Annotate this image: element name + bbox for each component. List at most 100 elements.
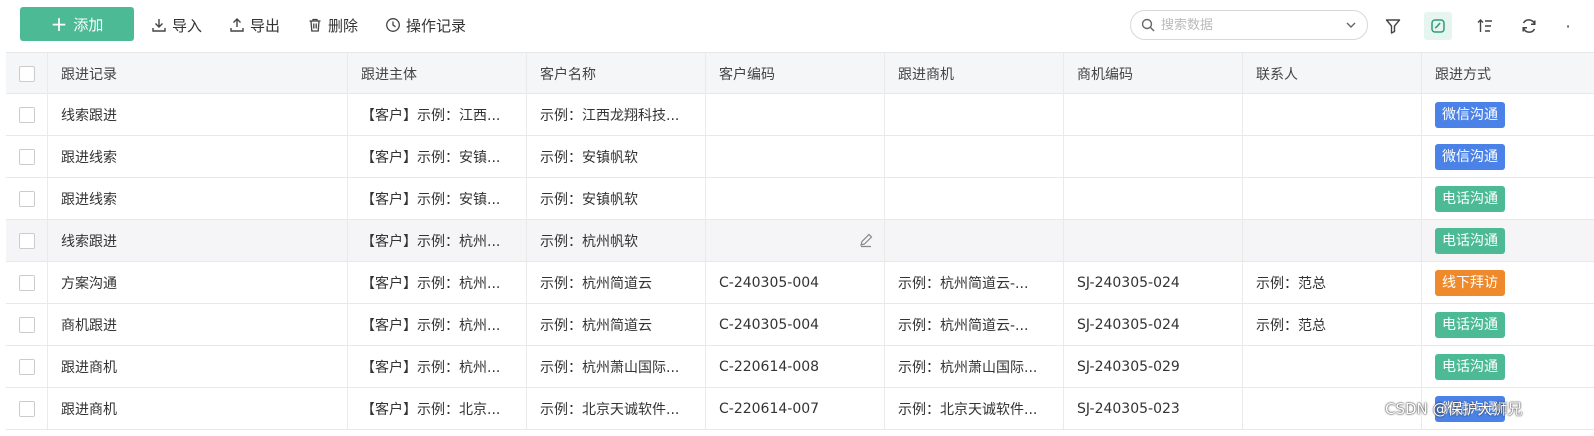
highlight-button[interactable]: [1424, 12, 1452, 40]
cell-customer-code[interactable]: C-240305-004: [706, 262, 885, 303]
cell-customer[interactable]: 示例：杭州简道云: [527, 262, 706, 303]
row-checkbox[interactable]: [18, 316, 35, 333]
cell-opportunity[interactable]: [885, 220, 1064, 261]
cell-customer[interactable]: 示例：安镇帆软: [527, 178, 706, 219]
export-button[interactable]: 导出: [229, 14, 280, 36]
cell-opportunity[interactable]: [885, 136, 1064, 177]
row-checkbox[interactable]: [18, 106, 35, 123]
cell-opportunity-code[interactable]: SJ-240305-029: [1064, 346, 1243, 387]
refresh-button[interactable]: [1515, 12, 1543, 40]
cell-customer-code[interactable]: [706, 136, 885, 177]
column-header-record[interactable]: 跟进记录: [48, 53, 348, 94]
search-box[interactable]: [1130, 10, 1368, 40]
select-all-checkbox[interactable]: [18, 65, 35, 82]
cell-opportunity[interactable]: 示例：杭州萧山国际...: [885, 346, 1064, 387]
cell-customer-code[interactable]: [706, 178, 885, 219]
column-header-opportunity-code[interactable]: 商机编码: [1064, 53, 1243, 94]
method-tag[interactable]: 微信沟通: [1435, 395, 1505, 422]
cell-opportunity-code[interactable]: SJ-240305-024: [1064, 262, 1243, 303]
table-row[interactable]: 线索跟进 【客户】示例：江西... 示例：江西龙翔科技... 微信沟通: [6, 94, 1594, 136]
method-tag[interactable]: 电话沟通: [1435, 311, 1505, 338]
cell-opportunity-code[interactable]: SJ-240305-024: [1064, 304, 1243, 345]
cell-customer[interactable]: 示例：安镇帆软: [527, 136, 706, 177]
cell-customer[interactable]: 示例：江西龙翔科技...: [527, 94, 706, 135]
filter-button[interactable]: [1379, 12, 1407, 40]
cell-contact[interactable]: [1243, 346, 1422, 387]
cell-opportunity-code[interactable]: SJ-240305-023: [1064, 388, 1243, 429]
cell-method[interactable]: 微信沟通: [1422, 388, 1594, 429]
cell-subject[interactable]: 【客户】示例：杭州...: [348, 304, 527, 345]
row-checkbox[interactable]: [18, 358, 35, 375]
cell-opportunity-code[interactable]: [1064, 220, 1243, 261]
row-checkbox[interactable]: [18, 274, 35, 291]
chevron-down-icon[interactable]: [1345, 19, 1357, 31]
cell-contact[interactable]: [1243, 178, 1422, 219]
cell-opportunity[interactable]: [885, 178, 1064, 219]
row-checkbox[interactable]: [18, 190, 35, 207]
cell-customer[interactable]: 示例：杭州萧山国际...: [527, 346, 706, 387]
cell-subject[interactable]: 【客户】示例：杭州...: [348, 220, 527, 261]
cell-subject[interactable]: 【客户】示例：江西...: [348, 94, 527, 135]
column-header-method[interactable]: 跟进方式: [1422, 53, 1594, 94]
cell-contact[interactable]: [1243, 388, 1422, 429]
cell-record[interactable]: 跟进线索: [48, 136, 348, 177]
table-row[interactable]: 商机跟进 【客户】示例：杭州... 示例：杭州简道云 C-240305-004 …: [6, 304, 1594, 346]
method-tag[interactable]: 电话沟通: [1435, 353, 1505, 380]
table-row[interactable]: 跟进线索 【客户】示例：安镇... 示例：安镇帆软 微信沟通: [6, 136, 1594, 178]
column-header-contact[interactable]: 联系人: [1243, 53, 1422, 94]
cell-method[interactable]: 电话沟通: [1422, 304, 1594, 345]
cell-record[interactable]: 跟进商机: [48, 388, 348, 429]
cell-customer[interactable]: 示例：杭州简道云: [527, 304, 706, 345]
cell-contact[interactable]: 示例：范总: [1243, 304, 1422, 345]
add-button[interactable]: + 添加: [20, 7, 134, 41]
cell-record[interactable]: 方案沟通: [48, 262, 348, 303]
edit-icon[interactable]: [858, 232, 874, 248]
cell-subject[interactable]: 【客户】示例：安镇...: [348, 178, 527, 219]
cell-opportunity[interactable]: [885, 94, 1064, 135]
row-checkbox[interactable]: [18, 400, 35, 417]
method-tag[interactable]: 微信沟通: [1435, 101, 1505, 128]
cell-contact[interactable]: [1243, 94, 1422, 135]
cell-contact[interactable]: 示例：范总: [1243, 262, 1422, 303]
method-tag[interactable]: 微信沟通: [1435, 143, 1505, 170]
cell-method[interactable]: 线下拜访: [1422, 262, 1594, 303]
cell-record[interactable]: 跟进商机: [48, 346, 348, 387]
cell-customer-code[interactable]: [706, 220, 885, 261]
cell-method[interactable]: 电话沟通: [1422, 220, 1594, 261]
cell-opportunity[interactable]: 示例：杭州简道云-...: [885, 304, 1064, 345]
cell-method[interactable]: 微信沟通: [1422, 136, 1594, 177]
search-input[interactable]: [1155, 17, 1345, 33]
cell-record[interactable]: 线索跟进: [48, 94, 348, 135]
method-tag[interactable]: 线下拜访: [1435, 269, 1505, 296]
cell-subject[interactable]: 【客户】示例：杭州...: [348, 346, 527, 387]
cell-contact[interactable]: [1243, 136, 1422, 177]
column-header-opportunity[interactable]: 跟进商机: [885, 53, 1064, 94]
cell-customer[interactable]: 示例：杭州帆软: [527, 220, 706, 261]
cell-subject[interactable]: 【客户】示例：杭州...: [348, 262, 527, 303]
cell-opportunity-code[interactable]: [1064, 136, 1243, 177]
table-row[interactable]: 跟进商机 【客户】示例：北京... 示例：北京天诚软件... C-220614-…: [6, 388, 1594, 430]
method-tag[interactable]: 电话沟通: [1435, 185, 1505, 212]
cell-customer[interactable]: 示例：北京天诚软件...: [527, 388, 706, 429]
cell-subject[interactable]: 【客户】示例：北京...: [348, 388, 527, 429]
cell-subject[interactable]: 【客户】示例：安镇...: [348, 136, 527, 177]
cell-customer-code[interactable]: C-220614-008: [706, 346, 885, 387]
delete-button[interactable]: 删除: [307, 14, 358, 36]
cell-record[interactable]: 跟进线索: [48, 178, 348, 219]
table-row[interactable]: 跟进线索 【客户】示例：安镇... 示例：安镇帆软 电话沟通: [6, 178, 1594, 220]
column-header-customer[interactable]: 客户名称: [527, 53, 706, 94]
cell-opportunity[interactable]: 示例：北京天诚软件...: [885, 388, 1064, 429]
cell-opportunity-code[interactable]: [1064, 178, 1243, 219]
cell-record[interactable]: 线索跟进: [48, 220, 348, 261]
method-tag[interactable]: 电话沟通: [1435, 227, 1505, 254]
row-checkbox[interactable]: [18, 148, 35, 165]
column-header-subject[interactable]: 跟进主体: [348, 53, 527, 94]
cell-opportunity-code[interactable]: [1064, 94, 1243, 135]
row-checkbox[interactable]: [18, 232, 35, 249]
cell-customer-code[interactable]: C-220614-007: [706, 388, 885, 429]
table-row[interactable]: 线索跟进 【客户】示例：杭州... 示例：杭州帆软 电话沟通: [6, 220, 1594, 262]
cell-customer-code[interactable]: [706, 94, 885, 135]
column-header-customer-code[interactable]: 客户编码: [706, 53, 885, 94]
table-row[interactable]: 方案沟通 【客户】示例：杭州... 示例：杭州简道云 C-240305-004 …: [6, 262, 1594, 304]
cell-customer-code[interactable]: C-240305-004: [706, 304, 885, 345]
